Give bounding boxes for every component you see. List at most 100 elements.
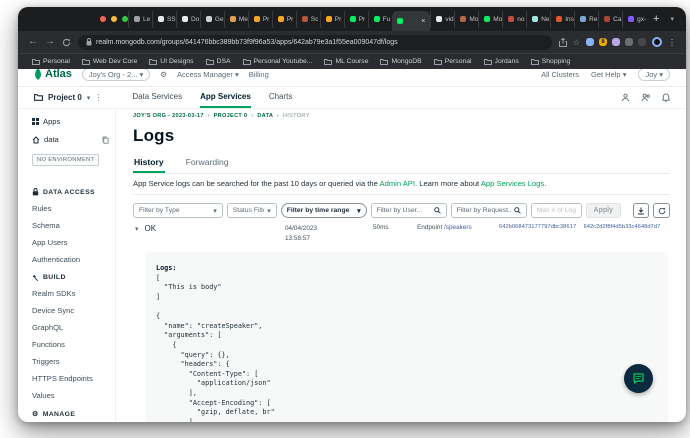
browser-tab[interactable]: Mo xyxy=(454,11,478,28)
bookmark-folder[interactable]: MongoDB xyxy=(380,58,421,65)
tab-data-services[interactable]: Data Services xyxy=(132,87,182,108)
sidebar-link[interactable]: Authentication xyxy=(32,255,109,264)
filter-by-time-range-select[interactable]: Filter by time range ▾ xyxy=(281,203,367,218)
tab-charts[interactable]: Charts xyxy=(269,87,293,108)
sidebar-link[interactable]: HTTPS Endpoints xyxy=(32,374,109,383)
org-selector[interactable]: Joy's Org - 2... ▾ xyxy=(82,69,150,81)
back-icon[interactable]: ← xyxy=(28,37,38,47)
user-icon[interactable] xyxy=(621,93,630,102)
browser-tab[interactable]: Pr xyxy=(272,11,296,28)
tab-app-services[interactable]: App Services xyxy=(200,87,251,108)
all-clusters-link[interactable]: All Clusters xyxy=(541,70,579,79)
extension-icon[interactable] xyxy=(625,38,633,46)
browser-tab[interactable]: Ne xyxy=(526,11,550,28)
filter-by-user-input[interactable] xyxy=(377,207,431,214)
traffic-light[interactable] xyxy=(111,16,117,22)
extension-icon[interactable]: 8 xyxy=(599,38,607,46)
chevron-down-icon[interactable]: ▾ xyxy=(135,225,139,233)
extension-icon[interactable] xyxy=(638,38,646,46)
sidebar-link[interactable]: Rules xyxy=(32,204,109,213)
browser-tab[interactable]: Ca xyxy=(598,11,622,28)
new-tab-button[interactable]: + xyxy=(646,13,666,25)
extension-icon[interactable] xyxy=(612,38,620,46)
copy-icon[interactable] xyxy=(102,136,109,144)
log-request-id[interactable]: 642b068473177797dbc38617 xyxy=(499,224,584,230)
bookmark-folder[interactable]: DSA xyxy=(206,58,231,65)
browser-tab[interactable]: Pr xyxy=(344,11,368,28)
browser-tab[interactable]: Ins xyxy=(550,11,574,28)
admin-api-link[interactable]: Admin API xyxy=(380,179,415,188)
bookmark-folder[interactable]: UI Designs xyxy=(149,58,193,65)
breadcrumb-org[interactable]: JOY'S ORG - 2023-03-17 xyxy=(133,113,204,119)
support-chat-button[interactable] xyxy=(624,364,653,393)
active-browser-tab[interactable]: × xyxy=(392,11,431,31)
access-manager-link[interactable]: Access Manager ▾ xyxy=(177,70,239,79)
sidebar-link[interactable]: Schema xyxy=(32,221,109,230)
extension-icon[interactable] xyxy=(586,38,594,46)
browser-tab[interactable]: Pr xyxy=(248,11,272,28)
filter-by-type-select[interactable]: Filter by Type ▾ xyxy=(133,203,223,218)
atlas-logo[interactable]: Atlas xyxy=(34,69,72,80)
breadcrumb-project[interactable]: PROJECT 0 xyxy=(214,113,248,119)
traffic-light[interactable] xyxy=(122,16,128,22)
log-id[interactable]: 642c2d2f8f4d5b33c4648d7d7 xyxy=(584,224,669,230)
filter-by-request-input[interactable] xyxy=(457,207,511,214)
browser-tab[interactable]: SS xyxy=(152,11,176,28)
sidebar-link[interactable]: Values xyxy=(32,391,109,400)
sidebar-link[interactable]: App Users xyxy=(32,238,109,247)
users-group-icon[interactable] xyxy=(641,93,651,102)
browser-tab[interactable]: Re xyxy=(574,11,598,28)
project-menu-icon[interactable]: ⋮ xyxy=(94,93,102,102)
browser-menu-icon[interactable]: ⋮ xyxy=(668,38,676,47)
sidebar-link[interactable]: Functions xyxy=(32,340,109,349)
browser-tab[interactable]: Le xyxy=(128,11,152,28)
project-selector[interactable]: Project 0 ▾ xyxy=(34,93,90,102)
billing-link[interactable]: Billing xyxy=(249,70,269,79)
sidebar-item-apps[interactable]: Apps xyxy=(32,117,109,126)
browser-tab[interactable]: no xyxy=(502,11,526,28)
download-logs-button[interactable] xyxy=(633,203,650,218)
tab-history[interactable]: History xyxy=(133,155,165,173)
breadcrumb-app[interactable]: DATA xyxy=(257,113,273,119)
bookmark-folder[interactable]: Personal Youtube... xyxy=(243,58,313,65)
org-settings-gear-icon[interactable]: ⚙ xyxy=(160,70,167,79)
browser-tab[interactable]: Do xyxy=(176,11,200,28)
browser-tab[interactable]: Pr xyxy=(320,11,344,28)
bookmark-star-icon[interactable]: ☆ xyxy=(573,38,580,47)
tab-overflow-icon[interactable]: ▾ xyxy=(666,15,678,23)
bookmark-folder[interactable]: Personal xyxy=(434,58,472,65)
bell-icon[interactable] xyxy=(662,93,670,102)
sidebar-link[interactable]: Triggers xyxy=(32,357,109,366)
tab-forwarding[interactable]: Forwarding xyxy=(185,155,230,173)
browser-tab[interactable]: Ge xyxy=(200,11,224,28)
bookmark-folder[interactable]: Personal xyxy=(32,58,70,65)
bookmark-folder[interactable]: ML Course xyxy=(324,58,368,65)
browser-tab[interactable]: Sc xyxy=(296,11,320,28)
browser-tab[interactable]: gx- xyxy=(622,11,646,28)
sidebar-item-current-app[interactable]: data xyxy=(32,135,109,144)
apply-button[interactable]: Apply xyxy=(586,203,621,218)
bookmark-folder[interactable]: Jordans xyxy=(484,58,519,65)
tab-close-icon[interactable]: × xyxy=(421,18,425,25)
max-logs-input[interactable] xyxy=(537,207,576,214)
address-bar[interactable]: realm.mongodb.com/groups/641476bbc389bb7… xyxy=(78,35,552,50)
bookmark-folder[interactable]: Shopping xyxy=(531,58,571,65)
share-icon[interactable] xyxy=(559,38,567,47)
profile-avatar[interactable] xyxy=(652,37,662,47)
status-filter-select[interactable]: Status Filter ▾ xyxy=(227,203,277,218)
app-services-logs-link[interactable]: App Services Logs xyxy=(481,179,544,188)
bookmark-folder[interactable]: Web Dev Core xyxy=(82,58,137,65)
reload-icon[interactable] xyxy=(62,38,71,47)
browser-tab[interactable]: Fu xyxy=(368,11,392,28)
user-menu[interactable]: Joy ▾ xyxy=(638,69,670,81)
sidebar-link[interactable]: GraphQL xyxy=(32,323,109,332)
endpoint-link[interactable]: /speakers xyxy=(444,224,472,231)
get-help-menu[interactable]: Get Help ▾ xyxy=(591,70,626,79)
refresh-logs-button[interactable] xyxy=(653,203,670,218)
log-entry-row[interactable]: ▾ OK 04/04/2023 13:58:57 50ms Endpoint /… xyxy=(133,218,670,250)
browser-tab[interactable]: Mo xyxy=(478,11,502,28)
sidebar-link[interactable]: Device Sync xyxy=(32,306,109,315)
browser-tab[interactable]: vid xyxy=(430,11,454,28)
sidebar-link[interactable]: Realm SDKs xyxy=(32,289,109,298)
browser-tab[interactable]: Me xyxy=(224,11,248,28)
